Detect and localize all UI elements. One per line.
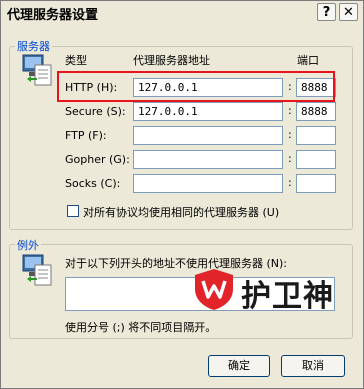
- gopher-colon: :: [288, 152, 292, 165]
- column-port-header: 端口: [297, 54, 319, 67]
- watermark-text: 护卫神: [241, 279, 334, 314]
- cancel-button[interactable]: 取消: [281, 355, 345, 377]
- ftp-label: FTP (F):: [65, 129, 107, 142]
- ftp-port-input[interactable]: [296, 126, 336, 145]
- socks-port-input[interactable]: [296, 174, 336, 193]
- gopher-label: Gopher (G):: [65, 153, 130, 166]
- socks-colon: :: [288, 176, 292, 189]
- servers-group-label: 服务器: [15, 38, 52, 54]
- exceptions-group-label: 例外: [15, 237, 41, 253]
- ok-button[interactable]: 确定: [208, 355, 270, 377]
- exceptions-computer-icon: [22, 254, 52, 286]
- secure-colon: :: [288, 104, 292, 117]
- secure-label: Secure (S):: [65, 105, 126, 118]
- network-computer-icon: [22, 54, 52, 86]
- column-address-header: 代理服务器地址: [133, 54, 210, 67]
- ftp-colon: :: [288, 128, 292, 141]
- secure-port-input[interactable]: 8888: [296, 102, 336, 121]
- socks-address-input[interactable]: [133, 174, 283, 193]
- exceptions-description: 对于以下列开头的地址不使用代理服务器 (N):: [65, 257, 288, 270]
- column-type-header: 类型: [65, 54, 87, 67]
- exceptions-hint: 使用分号 (;) 将不同项目隔开。: [65, 321, 217, 334]
- gopher-address-input[interactable]: [133, 150, 283, 169]
- close-button[interactable]: ✕: [339, 3, 358, 21]
- same-proxy-checkbox[interactable]: [67, 205, 79, 217]
- highlight-box: [57, 71, 335, 102]
- same-proxy-label: 对所有协议均使用相同的代理服务器 (U): [83, 206, 280, 219]
- gopher-port-input[interactable]: [296, 150, 336, 169]
- secure-address-input[interactable]: 127.0.0.1: [133, 102, 283, 121]
- socks-label: Socks (C):: [65, 177, 121, 190]
- ftp-address-input[interactable]: [133, 126, 283, 145]
- shield-logo-icon: [195, 269, 233, 310]
- proxy-settings-dialog: 代理服务器设置 ? ✕ 服务器 类型 代理服务器地址 端口 HTTP (H): …: [0, 0, 364, 389]
- help-button[interactable]: ?: [317, 3, 336, 21]
- window-title: 代理服务器设置: [7, 8, 99, 23]
